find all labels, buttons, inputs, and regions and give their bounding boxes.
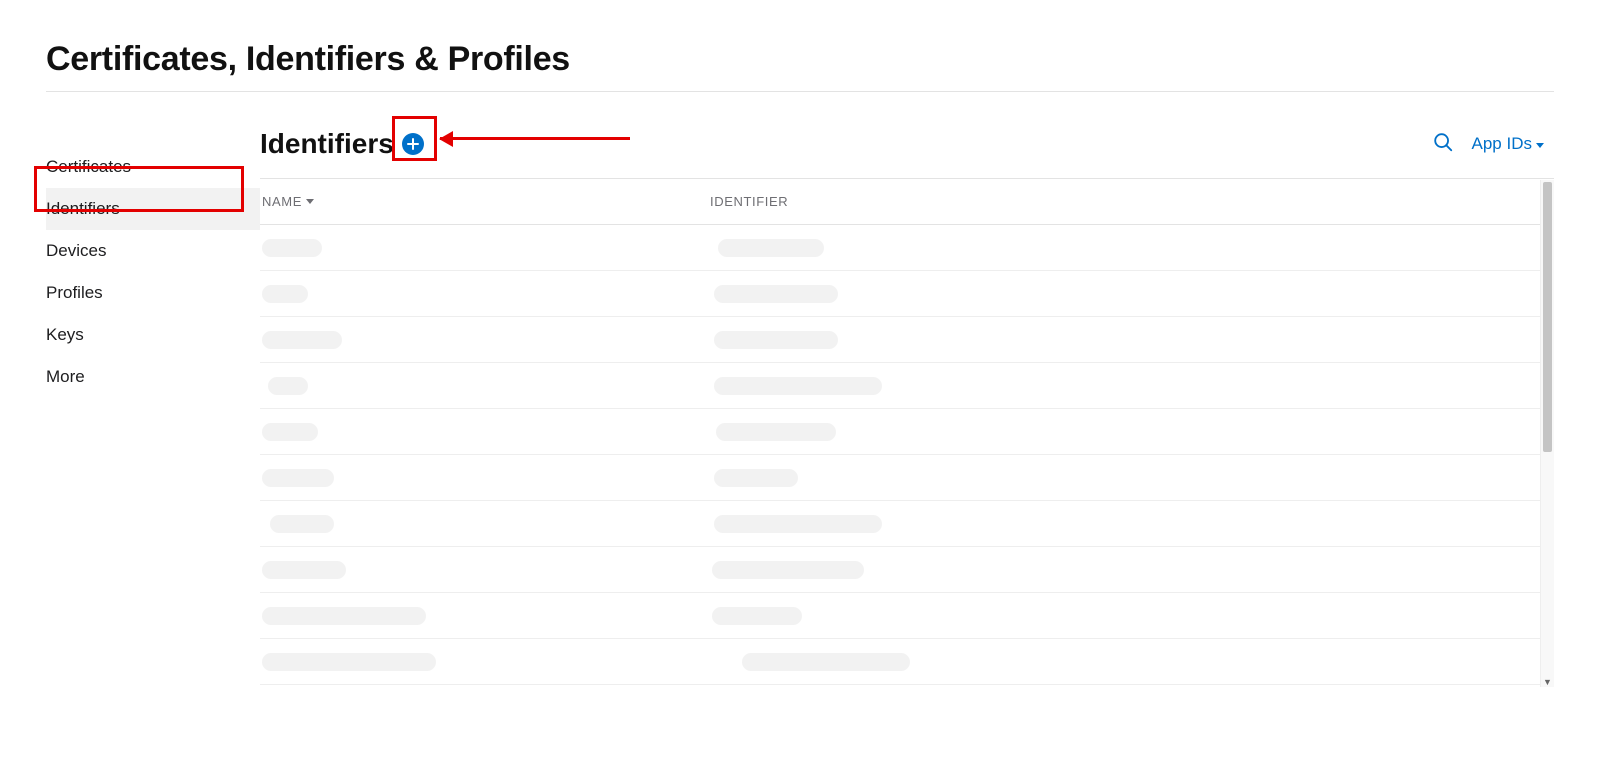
main-content: Identifiers App IDs [260, 128, 1554, 688]
section-title: Identifiers [260, 128, 394, 160]
scroll-down-icon[interactable]: ▼ [1541, 677, 1554, 687]
redacted-name [262, 285, 308, 303]
redacted-identifier [742, 653, 910, 671]
search-icon [1432, 131, 1454, 158]
redacted-name [270, 515, 334, 533]
sidebar: Certificates Identifiers Devices Profile… [46, 128, 260, 688]
redacted-name [262, 653, 436, 671]
table-row[interactable] [260, 547, 1554, 593]
redacted-identifier [714, 515, 882, 533]
column-header-identifier-label: IDENTIFIER [710, 194, 788, 209]
filter-dropdown-label: App IDs [1472, 134, 1532, 154]
table-row[interactable] [260, 455, 1554, 501]
redacted-name [262, 239, 322, 257]
table-row[interactable] [260, 363, 1554, 409]
redacted-identifier [716, 423, 836, 441]
sidebar-item-certificates[interactable]: Certificates [46, 146, 260, 188]
sidebar-item-keys[interactable]: Keys [46, 314, 260, 356]
sidebar-item-devices[interactable]: Devices [46, 230, 260, 272]
redacted-name [262, 607, 426, 625]
redacted-identifier [714, 377, 882, 395]
filter-dropdown[interactable]: App IDs [1472, 134, 1544, 154]
sidebar-item-more[interactable]: More [46, 356, 260, 398]
table-row[interactable] [260, 639, 1554, 685]
redacted-identifier [712, 607, 802, 625]
redacted-identifier [712, 561, 864, 579]
redacted-identifier [714, 469, 798, 487]
add-identifier-button[interactable] [402, 133, 424, 155]
redacted-identifier [714, 331, 838, 349]
redacted-identifier [714, 285, 838, 303]
column-header-identifier[interactable]: IDENTIFIER [710, 194, 1554, 209]
sidebar-item-profiles[interactable]: Profiles [46, 272, 260, 314]
sidebar-item-identifiers[interactable]: Identifiers [46, 188, 260, 230]
table-row[interactable] [260, 593, 1554, 639]
plus-icon [407, 138, 419, 150]
table-row[interactable] [260, 501, 1554, 547]
redacted-name [262, 331, 342, 349]
table-row[interactable] [260, 271, 1554, 317]
redacted-name [262, 561, 346, 579]
search-button[interactable] [1432, 131, 1454, 158]
sort-icon [306, 199, 314, 204]
redacted-name [262, 423, 318, 441]
column-header-name[interactable]: NAME [260, 194, 710, 209]
redacted-identifier [718, 239, 824, 257]
table-header: NAME IDENTIFIER [260, 179, 1554, 225]
table-row[interactable] [260, 317, 1554, 363]
column-header-name-label: NAME [262, 194, 302, 209]
page-title: Certificates, Identifiers & Profiles [46, 24, 1554, 92]
redacted-name [262, 469, 334, 487]
scrollbar-thumb[interactable] [1543, 182, 1552, 452]
chevron-down-icon [1536, 143, 1544, 148]
redacted-name [268, 377, 308, 395]
scrollbar[interactable]: ▼ [1540, 180, 1554, 687]
identifiers-table: NAME IDENTIFIER [260, 178, 1554, 688]
table-row[interactable] [260, 409, 1554, 455]
table-row[interactable] [260, 225, 1554, 271]
